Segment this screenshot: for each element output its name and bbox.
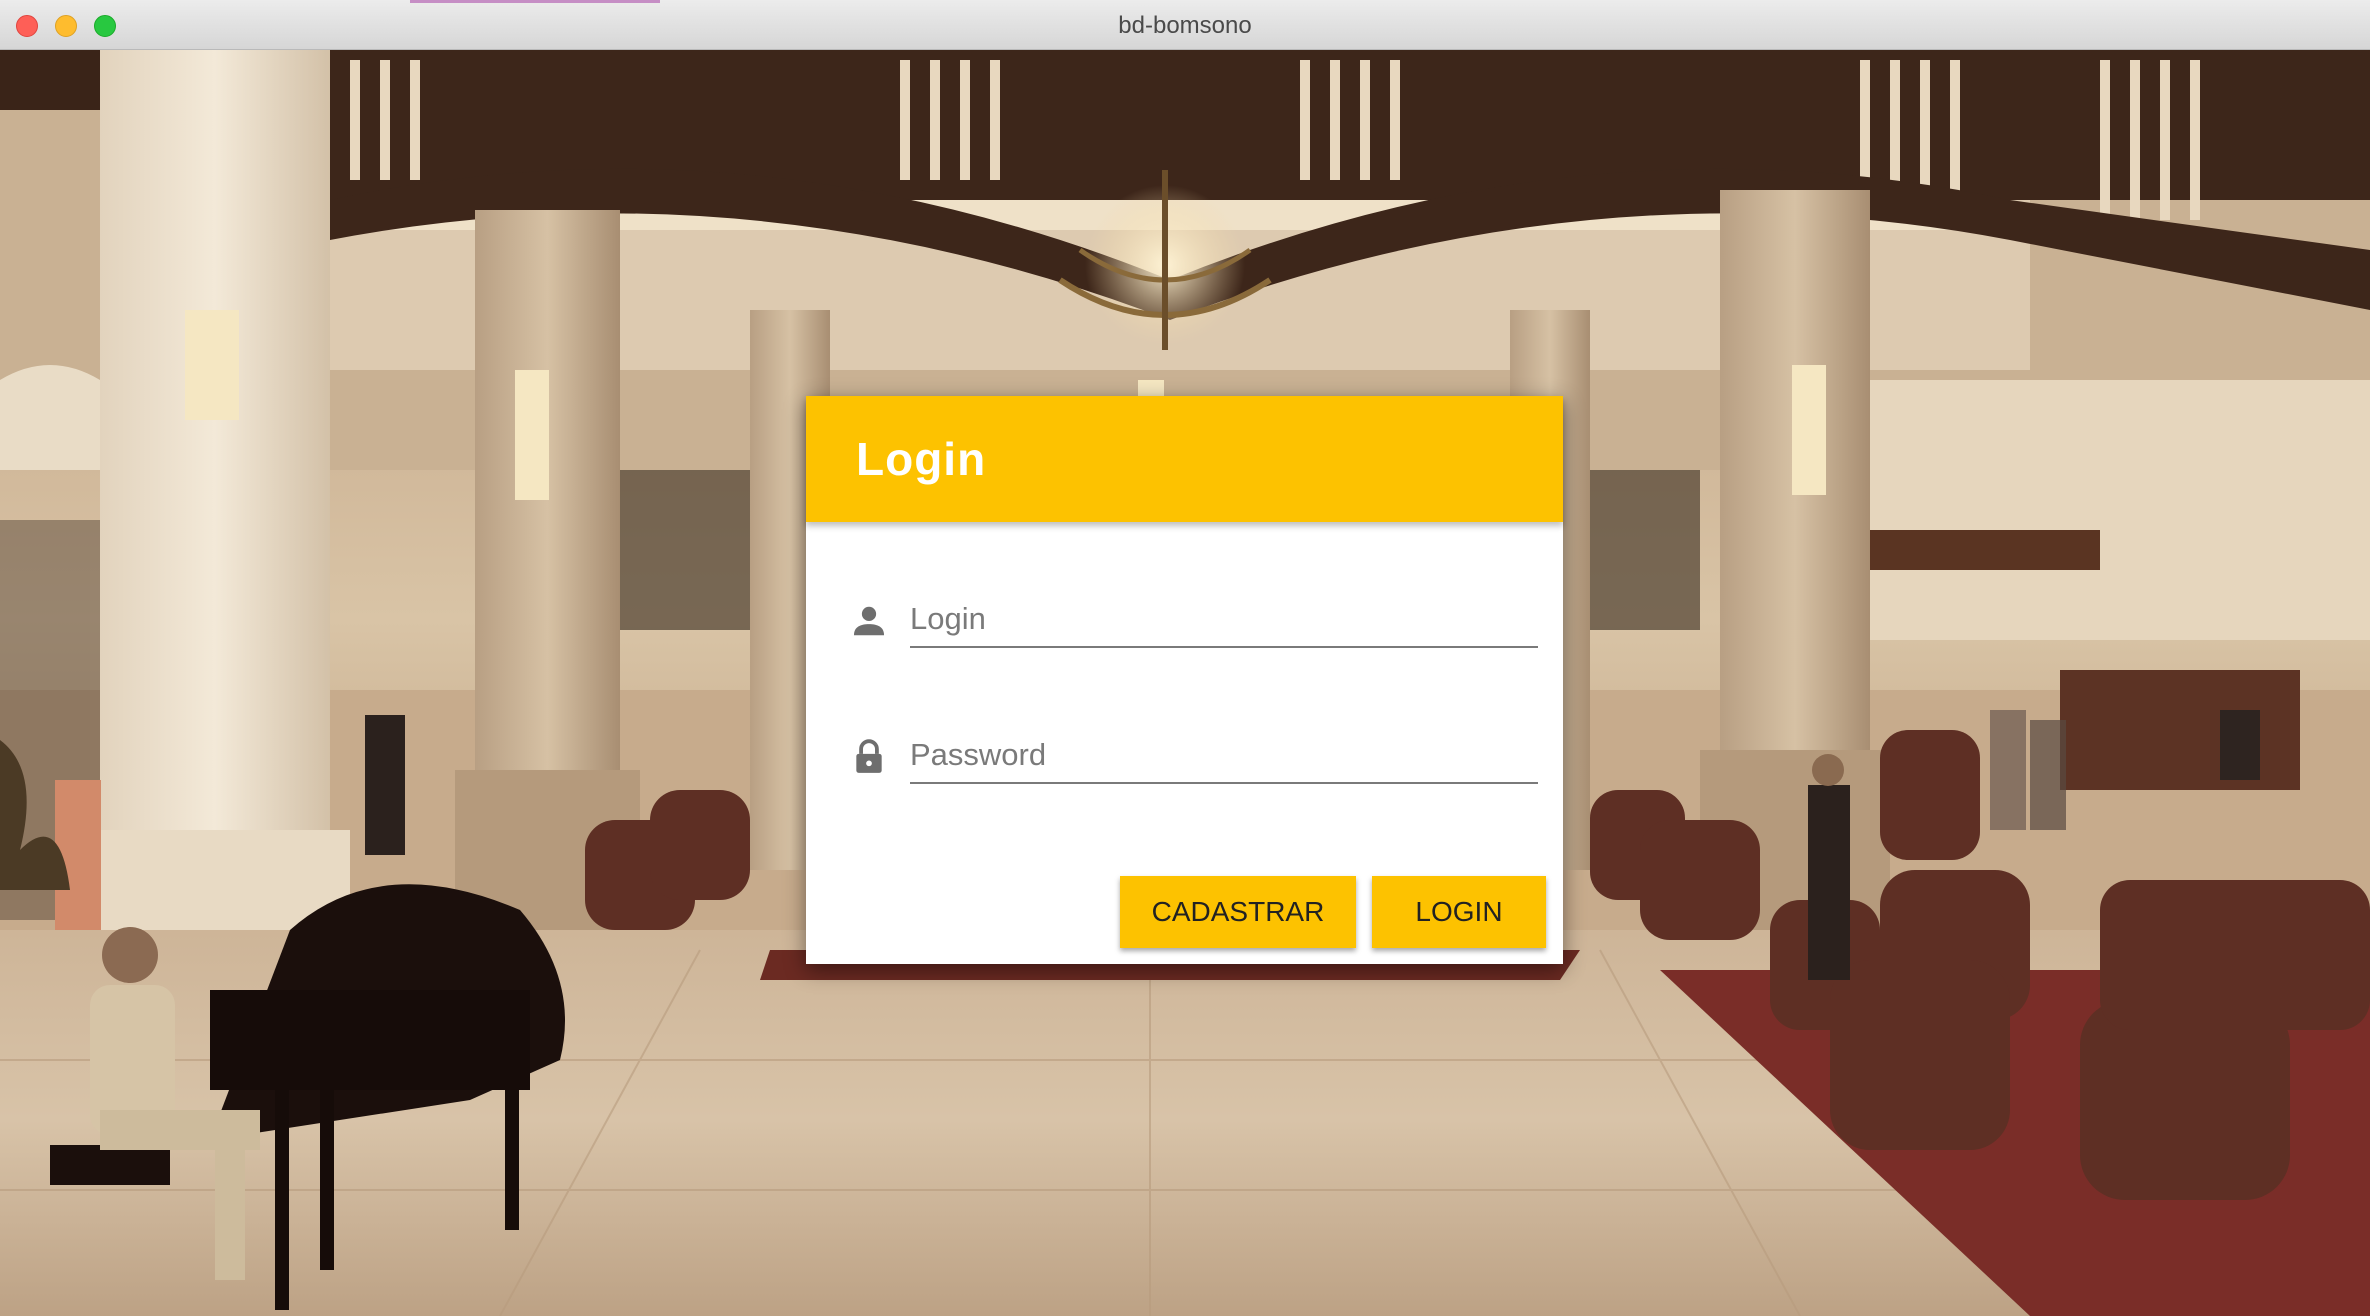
login-card-title: Login	[856, 433, 987, 485]
login-button[interactable]: LOGIN	[1372, 876, 1546, 948]
login-card-header: Login	[806, 396, 1563, 522]
login-field	[842, 586, 1538, 656]
title-bar: bd-bomsono	[0, 0, 2370, 50]
password-input[interactable]	[910, 728, 1538, 784]
window-title: bd-bomsono	[1118, 12, 1252, 39]
lock-icon	[856, 739, 882, 773]
title-bar-accent	[410, 0, 660, 3]
register-button[interactable]: CADASTRAR	[1120, 876, 1356, 948]
password-field	[842, 722, 1538, 792]
person-icon	[853, 606, 885, 636]
login-input[interactable]	[910, 592, 1538, 648]
app-window: bd-bomsono Login Login CADASTRAR LOGIN	[0, 0, 2370, 1316]
login-card: Login CADASTRAR LOGIN	[806, 396, 1563, 964]
